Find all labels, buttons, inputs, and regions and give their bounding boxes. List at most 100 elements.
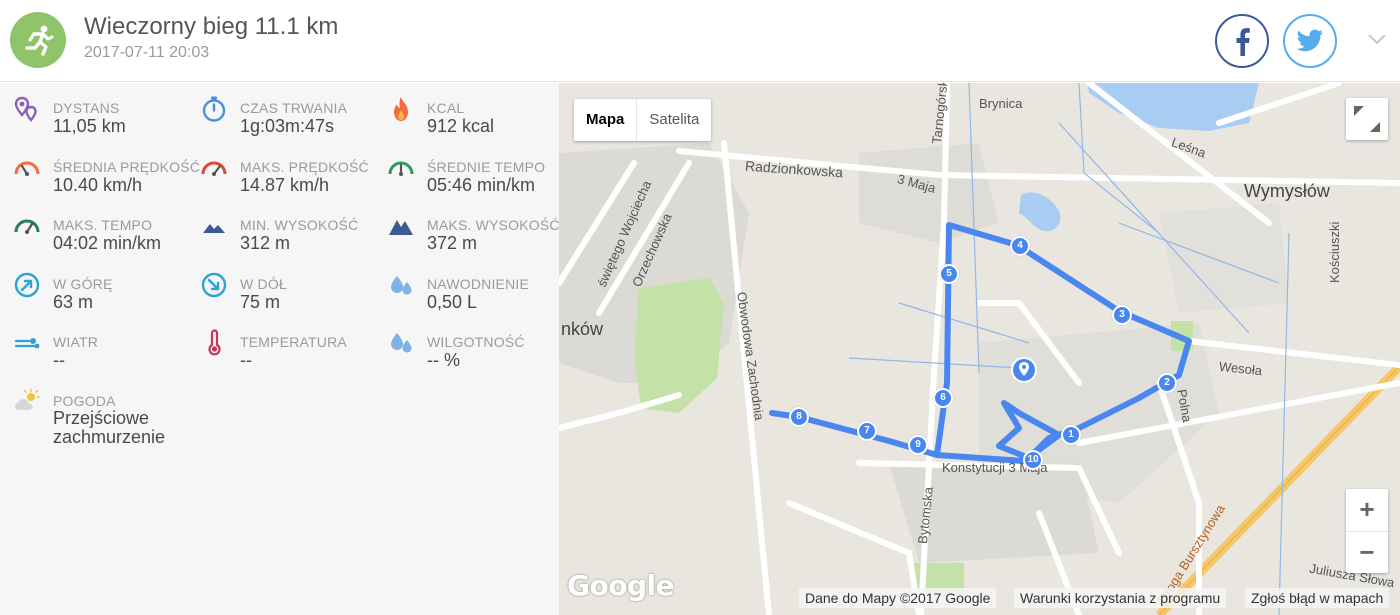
km-marker[interactable]: 10 bbox=[1023, 450, 1043, 470]
km-marker[interactable]: 1 bbox=[1061, 425, 1081, 445]
stat-label: WILGOTNOŚĆ bbox=[427, 334, 525, 350]
mountain-max-icon bbox=[389, 220, 413, 235]
stat-wind: WIATR -- bbox=[0, 317, 186, 373]
arrow-up-right-icon bbox=[14, 272, 40, 298]
stat-label: NAWODNIENIE bbox=[427, 276, 530, 292]
fullscreen-button[interactable] bbox=[1346, 98, 1388, 140]
stat-label: KCAL bbox=[427, 100, 465, 116]
map-terms-link[interactable]: Warunki korzystania z programu bbox=[1014, 588, 1227, 608]
stat-label: POGODA bbox=[53, 393, 116, 409]
zoom-in-button[interactable]: + bbox=[1346, 489, 1388, 531]
stat-value: -- % bbox=[427, 350, 460, 370]
stats-panel: DYSTANS 11,05 km CZAS TRWANIA 1g:03m:47s… bbox=[0, 83, 560, 615]
stat-descent: W DÓŁ 75 m bbox=[187, 259, 373, 315]
map-type-satellite-option[interactable]: Satelita bbox=[636, 99, 711, 141]
stat-label: MIN. WYSOKOŚĆ bbox=[240, 217, 359, 233]
stat-value: 372 m bbox=[427, 233, 478, 253]
stat-label: MAKS. WYSOKOŚĆ bbox=[427, 217, 560, 233]
map-report-link[interactable]: Zgłoś błąd w mapach bbox=[1245, 588, 1390, 608]
google-logo: Google bbox=[567, 569, 675, 602]
stat-label: ŚREDNIE TEMPO bbox=[427, 159, 546, 175]
map-attribution: Dane do Mapy ©2017 Google bbox=[799, 588, 997, 608]
facebook-icon bbox=[1236, 28, 1250, 56]
thermometer-icon bbox=[208, 329, 221, 356]
stat-humidity: WILGOTNOŚĆ -- % bbox=[374, 317, 560, 373]
start-pin-icon[interactable] bbox=[1010, 356, 1038, 386]
arrow-down-right-icon bbox=[201, 272, 227, 298]
km-marker[interactable]: 8 bbox=[789, 407, 809, 427]
stat-avg-speed: ŚREDNIA PRĘDKOŚĆ 10.40 km/h bbox=[0, 142, 200, 198]
stat-value: 1g:03m:47s bbox=[240, 116, 335, 136]
stat-min-altitude: MIN. WYSOKOŚĆ 312 m bbox=[187, 200, 373, 256]
stat-value: -- bbox=[53, 350, 65, 370]
stat-label: MAKS. PRĘDKOŚĆ bbox=[240, 159, 369, 175]
humidity-icon bbox=[391, 333, 412, 353]
speedometer-max-icon bbox=[201, 161, 227, 176]
route-map[interactable]: Radzionkowska Tarnogórska Brynica 3 Maja… bbox=[559, 83, 1400, 615]
stat-label: W GÓRĘ bbox=[53, 276, 113, 292]
stat-hydration: NAWODNIENIE 0,50 L bbox=[374, 259, 560, 315]
stat-value: 14.87 km/h bbox=[240, 175, 330, 195]
chevron-down-icon[interactable] bbox=[1366, 28, 1388, 50]
stat-label: DYSTANS bbox=[53, 100, 120, 116]
activity-title: Wieczorny bieg 11.1 km bbox=[84, 13, 339, 40]
distance-pin-icon bbox=[14, 96, 37, 122]
zoom-out-button[interactable]: − bbox=[1346, 531, 1388, 573]
stat-label: TEMPERATURA bbox=[240, 334, 347, 350]
activity-header: Wieczorny bieg 11.1 km 2017-07-11 20:03 bbox=[0, 0, 1400, 82]
km-marker[interactable]: 6 bbox=[933, 388, 953, 408]
speedometer-icon bbox=[14, 161, 40, 176]
stat-label: WIATR bbox=[53, 334, 99, 350]
mountain-min-icon bbox=[203, 224, 225, 233]
stat-avg-pace: ŚREDNIE TEMPO 05:46 min/km bbox=[374, 142, 560, 198]
map-label-wymyslow: Wymysłów bbox=[1244, 181, 1330, 201]
map-label-brynica: Brynica bbox=[979, 96, 1023, 111]
stat-max-altitude: MAKS. WYSOKOŚĆ 372 m bbox=[374, 200, 560, 256]
fullscreen-icon bbox=[1354, 106, 1380, 132]
map-canvas[interactable] bbox=[559, 83, 1400, 615]
km-marker[interactable]: 5 bbox=[939, 264, 959, 284]
stat-label: CZAS TRWANIA bbox=[240, 100, 348, 116]
zoom-control: + − bbox=[1346, 489, 1388, 573]
facebook-share-button[interactable] bbox=[1215, 14, 1269, 68]
stat-distance: DYSTANS 11,05 km bbox=[0, 83, 186, 139]
stat-value: 05:46 min/km bbox=[427, 175, 536, 195]
stat-value: 912 kcal bbox=[427, 116, 495, 136]
pace-gauge-icon bbox=[388, 161, 414, 176]
stat-temperature: TEMPERATURA -- bbox=[187, 317, 373, 373]
stat-value: 11,05 km bbox=[53, 116, 126, 136]
km-marker[interactable]: 2 bbox=[1157, 373, 1177, 393]
stat-value: -- bbox=[240, 350, 252, 370]
pace-max-icon bbox=[14, 219, 40, 234]
water-drops-icon bbox=[391, 276, 412, 295]
map-type-map-option[interactable]: Mapa bbox=[574, 99, 636, 141]
twitter-icon bbox=[1296, 29, 1323, 52]
activity-date: 2017-07-11 20:03 bbox=[84, 44, 210, 61]
stat-value: 10.40 km/h bbox=[53, 175, 143, 195]
stat-duration: CZAS TRWANIA 1g:03m:47s bbox=[187, 83, 373, 139]
km-marker[interactable]: 9 bbox=[908, 435, 928, 455]
wind-icon bbox=[14, 338, 40, 349]
stat-weather: POGODA Przejściowe zachmurzenie bbox=[0, 376, 300, 456]
stopwatch-icon bbox=[202, 96, 226, 122]
stat-value: 312 m bbox=[240, 233, 291, 253]
weather-partly-cloudy-icon bbox=[15, 388, 41, 410]
km-marker[interactable]: 4 bbox=[1010, 236, 1030, 256]
stat-value: 0,50 L bbox=[427, 292, 478, 312]
stat-label: W DÓŁ bbox=[240, 276, 287, 292]
stat-label: MAKS. TEMPO bbox=[53, 217, 153, 233]
twitter-share-button[interactable] bbox=[1283, 14, 1337, 68]
km-marker[interactable]: 7 bbox=[857, 421, 877, 441]
stat-value: Przejściowe zachmurzenie bbox=[53, 408, 166, 447]
running-icon bbox=[10, 12, 66, 68]
stat-max-pace: MAKS. TEMPO 04:02 min/km bbox=[0, 200, 186, 256]
flame-icon bbox=[394, 97, 408, 121]
stat-kcal: KCAL 912 kcal bbox=[374, 83, 560, 139]
stat-value: 75 m bbox=[240, 292, 281, 312]
km-marker[interactable]: 3 bbox=[1112, 305, 1132, 325]
stat-max-speed: MAKS. PRĘDKOŚĆ 14.87 km/h bbox=[187, 142, 373, 198]
stat-ascent: W GÓRĘ 63 m bbox=[0, 259, 186, 315]
map-label-kosciuszki: Kościuszki bbox=[1327, 221, 1342, 283]
stat-value: 04:02 min/km bbox=[53, 233, 162, 253]
map-label-town: nków bbox=[561, 319, 604, 339]
